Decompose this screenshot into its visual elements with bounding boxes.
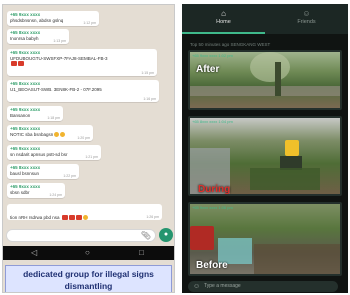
smiley-emoji-icon (54, 131, 60, 137)
caption-line: dedicated group for illegal signs (23, 269, 154, 279)
tab-label: Friends (297, 19, 316, 25)
friends-icon: ☺ (302, 9, 311, 18)
photo-message[interactable]: +65 8xxx xxxx 1:04 pm During (188, 116, 342, 196)
home-icon[interactable]: ○ (85, 248, 90, 258)
photo-label: After (196, 64, 220, 75)
message-bubble[interactable]: +65 9xxx xxxx sn nsdarit apnsus pstt-sd … (7, 145, 101, 160)
message-bubble[interactable]: +65 8xxx xxxx Inonrsa babyh 1:13 pm (7, 29, 69, 44)
message-input[interactable]: 📎︎ (6, 229, 156, 242)
message-bubble[interactable]: +65 9xxx xxxx Bansanon 1:18 pm (7, 106, 63, 121)
photo-label: During (198, 184, 231, 195)
message-time: 1:24 pm (49, 193, 62, 197)
message-bubble[interactable]: tion nRH rsdrwa pbd nsa 1:26 pm (7, 204, 162, 221)
photo-message[interactable]: +65 9xxx xxxx 1:06 pm Before (188, 202, 342, 276)
tab-friends[interactable]: ☺ Friends (265, 9, 348, 25)
photo-message[interactable]: +65 9xxx xxxx 1:02 pm After (188, 50, 342, 110)
caption-line: dismantling (64, 281, 113, 291)
message-text: U1_BEOASUT-SWB. 3EN8K-FB-2 - 07F.2095 (10, 86, 102, 92)
message-bubble[interactable]: +65 9xxx xxxx phsdsbnsnsn, abdsn gslnq 1… (7, 11, 99, 26)
input-placeholder: Type a message (204, 283, 241, 289)
photo-sender: +65 9xxx xxxx 1:02 pm (192, 53, 233, 58)
message-text: NOTIC sba bsnbagsn (10, 131, 54, 137)
group-notice: Top 50 minutes ago SENGKANG WEST (190, 42, 271, 47)
flag-emoji-icon (18, 61, 24, 67)
emoji-icon (68, 215, 75, 221)
message-time: 1:21 pm (85, 155, 98, 159)
emoji-icon (75, 215, 82, 221)
message-row: tion nRH rsdrwa pbd nsa (10, 215, 88, 221)
photo-label: Before (196, 260, 228, 271)
tab-indicator (182, 32, 265, 34)
recents-icon[interactable]: □ (139, 248, 144, 258)
home-icon: ⌂ (221, 9, 226, 18)
back-icon[interactable]: ◁ (31, 248, 37, 258)
message-bubble[interactable]: +65 8xxx xxxx NOTIC sba bsnbagsn 1:20 pm (7, 125, 93, 141)
mic-icon[interactable]: ● (159, 228, 173, 242)
emoji-icon (61, 215, 68, 221)
message-time: 1:18 pm (47, 116, 60, 120)
message-bubble[interactable]: +65 8xxx xxxx U1_BEOASUT-SWB. 3EN8K-FB-2… (7, 80, 159, 102)
message-bubble[interactable]: +65 9xxx xxxx sbsn sdbr 1:24 pm (7, 183, 65, 198)
message-time: 1:26 pm (146, 215, 159, 219)
message-text: tion nRH rsdrwa pbd nsa (10, 215, 60, 220)
photo-sender: +65 9xxx xxxx 1:06 pm (192, 205, 233, 210)
message-time: 1:12 pm (83, 21, 96, 25)
emoji-icon (82, 215, 88, 221)
message-input[interactable]: ☺ Type a message (188, 281, 338, 292)
caption-box: dedicated group for illegal signs disman… (5, 265, 172, 292)
paperclip-icon[interactable]: 📎︎ (141, 231, 151, 241)
message-time: 1:22 pm (63, 174, 76, 178)
tab-bar: ⌂ Home ☺ Friends (182, 4, 348, 34)
message-bubble[interactable]: +65 8xxx xxxx bausl bsnnsun 1:22 pm (7, 164, 79, 179)
left-phone-screenshot: +65 9xxx xxxx phsdsbnsnsn, abdsn gslnq 1… (2, 4, 175, 293)
message-time: 1:13 pm (53, 39, 66, 43)
right-phone-screenshot: ⌂ Home ☺ Friends Top 50 minutes ago SENG… (182, 4, 348, 293)
photo-sender: +65 8xxx xxxx 1:04 pm (192, 119, 233, 124)
message-bubble[interactable]: +65 9xxx xxxx UFDUBOUGTU-SWSFXP-7FAJ8-SE… (7, 49, 157, 76)
tab-label: Home (216, 19, 231, 25)
emoji-row (10, 61, 154, 67)
message-time: 1:15 pm (141, 71, 154, 75)
tab-home[interactable]: ⌂ Home (182, 9, 265, 25)
message-time: 1:16 pm (143, 97, 156, 101)
smiley-emoji-icon (60, 131, 66, 137)
flag-emoji-icon (11, 61, 17, 67)
android-nav-bar: ◁ ○ □ (3, 246, 174, 260)
message-time: 1:20 pm (77, 136, 90, 140)
emoji-icon[interactable]: ☺ (193, 282, 200, 291)
